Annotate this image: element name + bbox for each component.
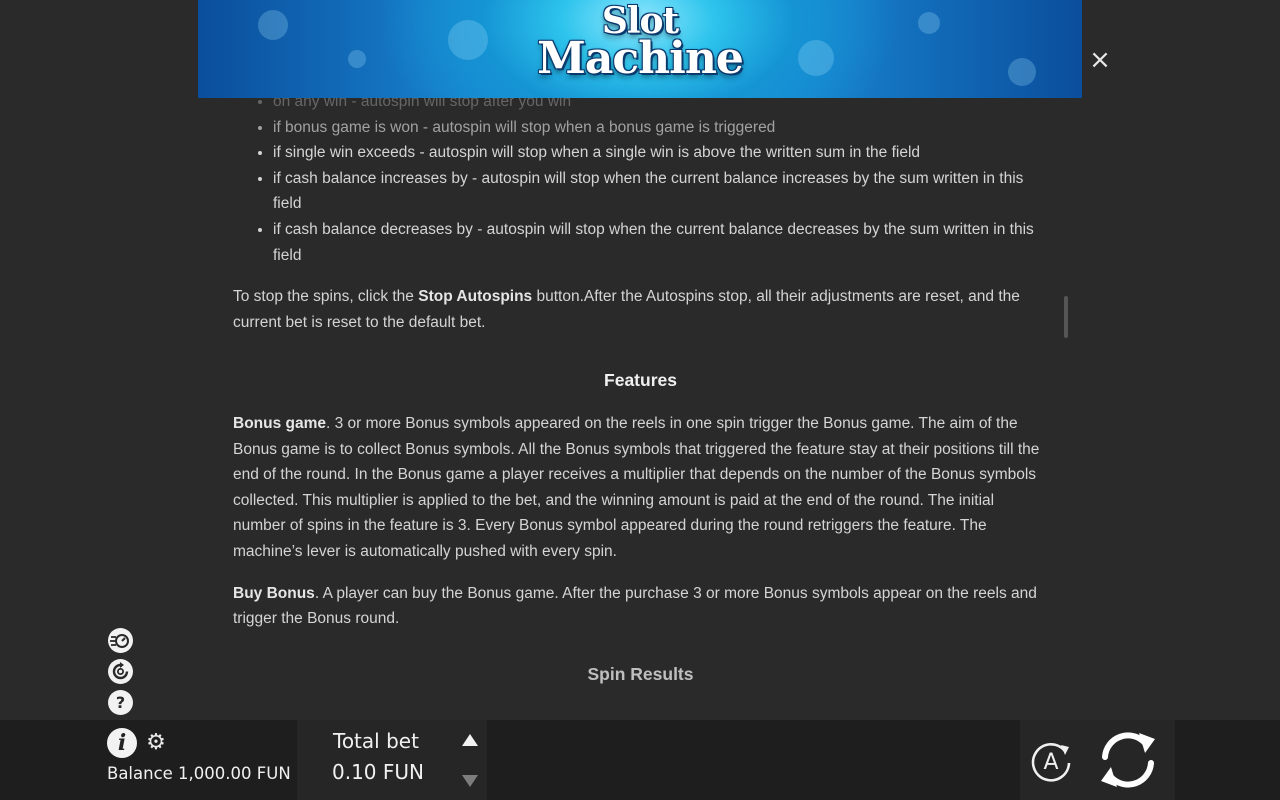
buy-bonus-bold: Buy Bonus xyxy=(233,584,315,602)
autoplay-settings-icon[interactable] xyxy=(108,659,133,684)
spin-button[interactable] xyxy=(1095,727,1161,793)
stop-autospins-bold: Stop Autospins xyxy=(418,288,533,306)
list-item: if cash balance increases by - autospin … xyxy=(273,166,1048,217)
stop-autospins-paragraph: To stop the spins, click the Stop Autosp… xyxy=(233,284,1048,335)
list-item: if single win exceeds - autospin will st… xyxy=(273,140,1048,166)
total-bet-value: 0.10 FUN xyxy=(332,760,424,784)
spin-arrows-icon xyxy=(1101,732,1155,788)
close-icon[interactable]: × xyxy=(1088,47,1112,73)
turbo-icon[interactable] xyxy=(108,628,133,653)
autoplay-icon: A xyxy=(1031,743,1071,782)
slot-machine-logo: Slot Machine xyxy=(198,2,1082,84)
buy-bonus-paragraph: Buy Bonus. A player can buy the Bonus ga… xyxy=(233,581,1048,632)
total-bet-label: Total bet xyxy=(333,729,419,753)
paragraph-text: . A player can buy the Bonus game. After… xyxy=(233,584,1037,628)
paragraph-text: To stop the spins, click the xyxy=(233,288,419,306)
logo-line-2: Machine xyxy=(537,33,744,84)
help-icon[interactable]: ? xyxy=(108,690,133,715)
autoplay-settings-glyph xyxy=(112,662,129,680)
paragraph-text: . 3 or more Bonus symbols appeared on th… xyxy=(233,414,1040,560)
balance-label: Balance 1,000.00 FUN xyxy=(107,764,291,783)
list-item: on any win - autospin will stop after yo… xyxy=(273,98,1048,115)
turbo-icon-glyph xyxy=(110,634,129,648)
list-item: if cash balance decreases by - autospin … xyxy=(273,217,1048,268)
bonus-game-paragraph: Bonus game. 3 or more Bonus symbols appe… xyxy=(233,411,1048,565)
header-banner: Slot Machine xyxy=(198,0,1082,98)
autoplay-letter: A xyxy=(1043,750,1058,775)
spin-results-heading: Spin Results xyxy=(587,663,694,684)
bet-increase-icon[interactable] xyxy=(462,734,478,746)
list-item: if bonus game is won - autospin will sto… xyxy=(273,115,1048,141)
features-heading: Features xyxy=(604,370,677,391)
autospin-stop-list: on any win - autospin will stop after yo… xyxy=(233,98,1048,268)
info-icon[interactable]: i xyxy=(107,728,137,758)
rules-content[interactable]: on any win - autospin will stop after yo… xyxy=(233,98,1048,720)
bonus-game-bold: Bonus game xyxy=(233,414,327,432)
scrollbar-thumb[interactable] xyxy=(1064,296,1068,338)
autoplay-button[interactable]: A xyxy=(1027,737,1075,785)
bet-decrease-icon[interactable] xyxy=(462,775,478,787)
gear-icon[interactable]: ⚙ xyxy=(144,731,168,755)
